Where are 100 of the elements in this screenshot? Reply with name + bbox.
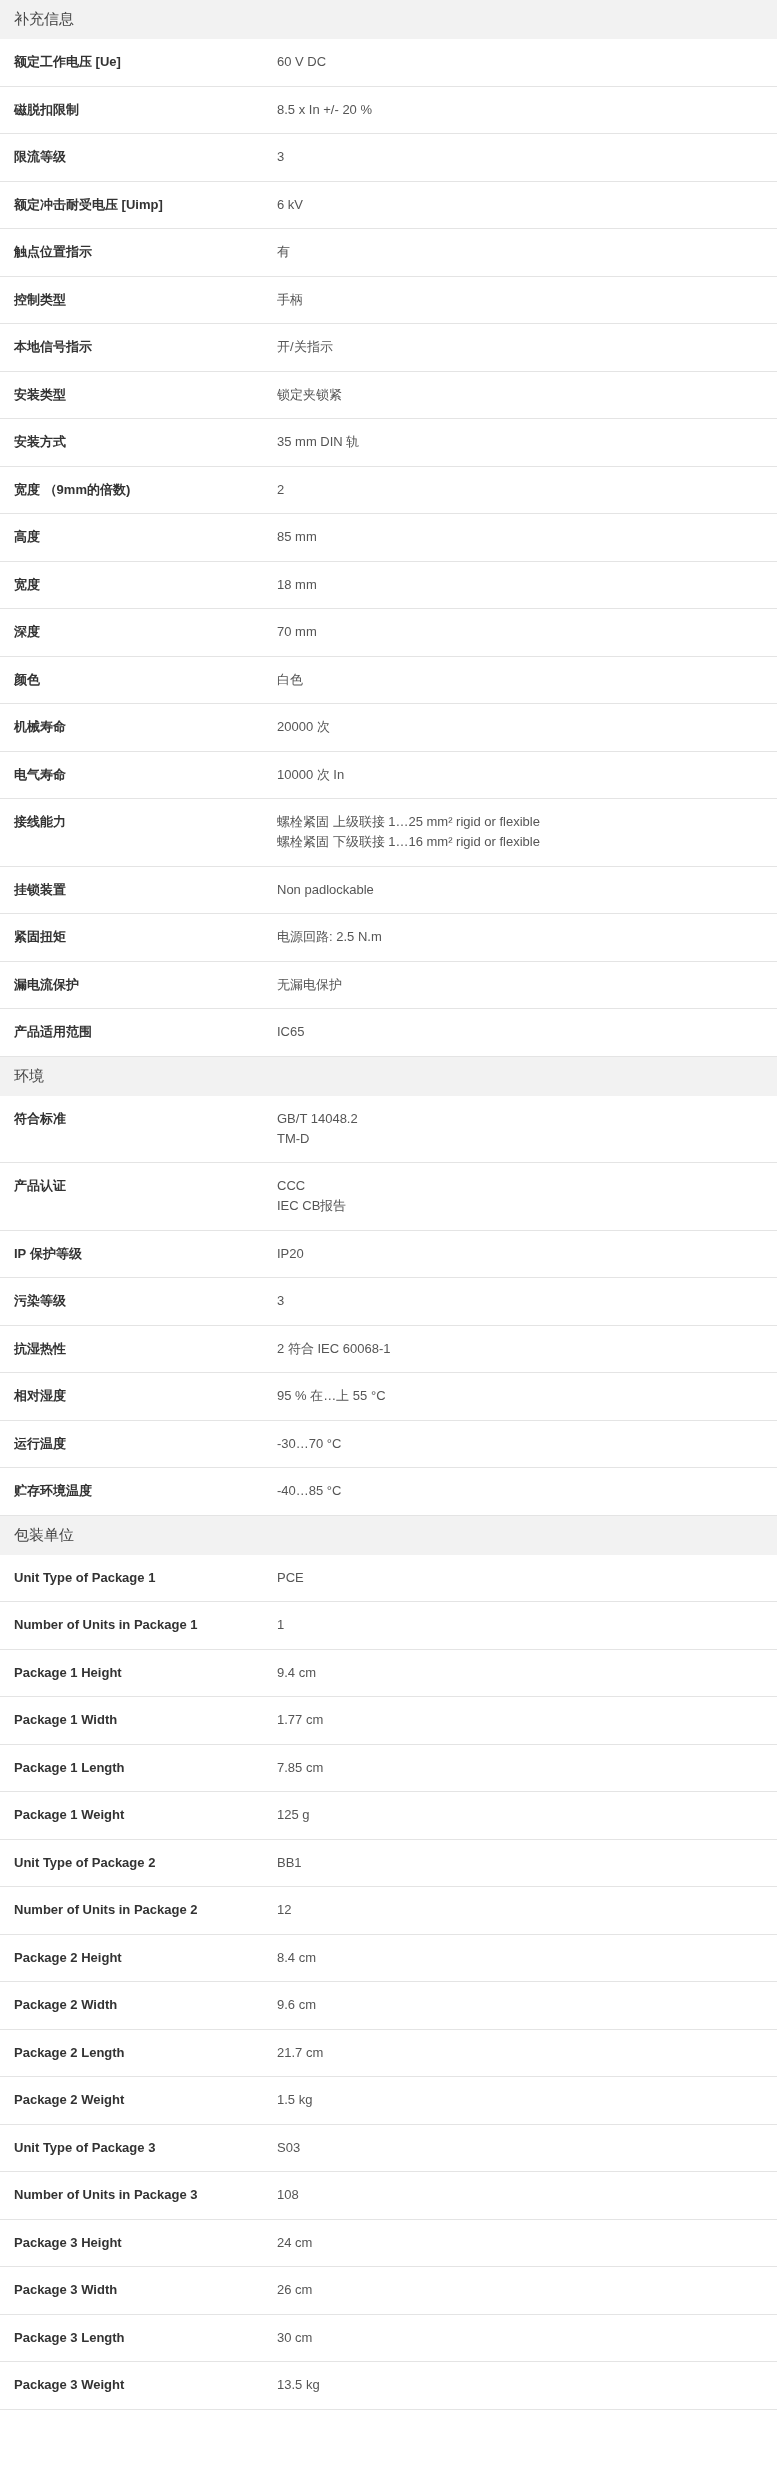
spec-label: 接线能力: [14, 813, 67, 831]
spec-label: Package 1 Length: [14, 1758, 126, 1777]
spec-label: 深度: [14, 623, 41, 641]
spec-label: Unit Type of Package 3: [14, 2138, 157, 2157]
spec-value: 1.5 kg: [277, 2091, 314, 2109]
spec-label: 宽度: [14, 575, 41, 594]
spec-value: 60 V DC: [277, 53, 328, 71]
spec-label: IP 保护等级: [14, 1244, 83, 1263]
spec-value: IC65: [277, 1023, 306, 1041]
spec-value: 2: [277, 480, 286, 499]
spec-value: 有: [277, 243, 291, 261]
spec-label: Unit Type of Package 1: [14, 1568, 157, 1587]
spec-value: Non padlockable: [277, 880, 375, 899]
spec-value: 锁定夹锁紧: [277, 385, 343, 404]
spec-value: -30…70 °C: [277, 1434, 343, 1453]
spec-label: Package 1 Width: [14, 1711, 119, 1729]
spec-value: 6 kV: [277, 195, 304, 214]
spec-value: S03: [277, 2138, 302, 2157]
spec-label: 电气寿命: [14, 765, 67, 784]
spec-label: 相对湿度: [14, 1387, 67, 1405]
section-header: 补充信息: [0, 0, 777, 39]
spec-value: 1.77 cm: [277, 1711, 325, 1729]
spec-label: 产品适用范围: [14, 1023, 93, 1041]
spec-value: 35 mm DIN 轨: [277, 433, 361, 451]
spec-label: Number of Units in Package 2: [14, 1901, 199, 1919]
spec-value: TM-D: [277, 1129, 311, 1148]
spec-value: -40…85 °C: [277, 1482, 343, 1500]
spec-value: 20000 次: [277, 718, 331, 736]
spec-value: GB/T 14048.2: [277, 1109, 359, 1128]
spec-value: BB1: [277, 1853, 303, 1872]
spec-label: 触点位置指示: [14, 243, 93, 261]
spec-label: Package 3 Height: [14, 2233, 123, 2252]
spec-label: Package 2 Height: [14, 1948, 123, 1967]
spec-label: 挂锁装置: [14, 880, 67, 899]
spec-label: 宽度 （9mm的倍数): [14, 480, 132, 499]
spec-value: 30 cm: [277, 2328, 314, 2347]
spec-label: Package 2 Width: [14, 1996, 119, 2014]
spec-value: 108: [277, 2186, 300, 2204]
spec-label: 漏电流保护: [14, 975, 80, 994]
spec-value: 8.5 x In +/- 20 %: [277, 100, 374, 119]
spec-label: 额定冲击耐受电压 [Uimp]: [14, 195, 164, 214]
spec-label: 污染等级: [14, 1292, 67, 1310]
spec-value: 电源回路: 2.5 N.m: [277, 928, 383, 946]
spec-value: IP20: [277, 1244, 305, 1263]
section-header: 包装单位: [0, 1515, 777, 1555]
spec-value: 21.7 cm: [277, 2043, 325, 2062]
spec-label: 紧固扭矩: [14, 928, 67, 946]
spec-value: 3: [277, 148, 286, 166]
spec-value: 10000 次 In: [277, 765, 346, 784]
spec-label: 抗湿热性: [14, 1339, 67, 1358]
spec-label: 额定工作电压 [Ue]: [14, 53, 122, 71]
spec-label: 限流等级: [14, 148, 67, 166]
spec-label: Number of Units in Package 3: [14, 2186, 199, 2204]
spec-label: Package 3 Length: [14, 2328, 126, 2347]
spec-value: 95 % 在…上 55 °C: [277, 1387, 387, 1405]
spec-label: 安装方式: [14, 433, 67, 451]
spec-value: 9.4 cm: [277, 1663, 317, 1682]
spec-value: 70 mm: [277, 623, 318, 641]
spec-value: 12: [277, 1901, 293, 1919]
spec-value: 1: [277, 1616, 286, 1634]
spec-value: 7.85 cm: [277, 1758, 325, 1777]
spec-value: 螺栓紧固 下级联接 1…16 mm² rigid or flexible: [277, 833, 541, 851]
spec-label: 产品认证: [14, 1177, 67, 1195]
spec-value: CCC: [277, 1177, 307, 1195]
spec-value: 8.4 cm: [277, 1948, 317, 1967]
spec-value: 白色: [277, 670, 304, 689]
spec-value: 26 cm: [277, 2281, 314, 2299]
spec-label: 本地信号指示: [14, 338, 93, 356]
spec-value: 13.5 kg: [277, 2376, 321, 2394]
spec-value: 3: [277, 1292, 286, 1310]
spec-label: 控制类型: [14, 290, 67, 309]
spec-label: Package 2 Length: [14, 2043, 126, 2062]
spec-label: 颜色: [14, 670, 41, 689]
spec-label: Package 1 Weight: [14, 1806, 126, 1824]
spec-value: 24 cm: [277, 2233, 314, 2252]
spec-value: 无漏电保护: [277, 975, 343, 994]
spec-label: 高度: [14, 528, 41, 546]
spec-value: 2 符合 IEC 60068-1: [277, 1339, 392, 1358]
section-header: 环境: [0, 1056, 777, 1096]
spec-value: 螺栓紧固 上级联接 1…25 mm² rigid or flexible: [277, 813, 541, 831]
spec-label: Package 3 Width: [14, 2281, 119, 2299]
spec-label: 机械寿命: [14, 718, 67, 736]
spec-value: 125 g: [277, 1806, 311, 1824]
spec-label: Number of Units in Package 1: [14, 1616, 199, 1634]
spec-label: 磁脱扣限制: [14, 100, 80, 119]
spec-value: 18 mm: [277, 575, 318, 594]
spec-value: 开/关指示: [277, 338, 334, 356]
spec-value: IEC CB报告: [277, 1197, 348, 1215]
spec-label: 贮存环境温度: [14, 1482, 93, 1500]
spec-label: 运行温度: [14, 1434, 67, 1453]
spec-label: Package 1 Height: [14, 1663, 123, 1682]
spec-label: Package 2 Weight: [14, 2091, 126, 2109]
spec-label: 符合标准: [14, 1109, 67, 1128]
spec-label: 安装类型: [14, 385, 67, 404]
spec-value: PCE: [277, 1568, 305, 1587]
spec-value: 9.6 cm: [277, 1996, 317, 2014]
spec-value: 85 mm: [277, 528, 318, 546]
spec-value: 手柄: [277, 290, 304, 309]
spec-label: Package 3 Weight: [14, 2376, 126, 2394]
spec-label: Unit Type of Package 2: [14, 1853, 157, 1872]
